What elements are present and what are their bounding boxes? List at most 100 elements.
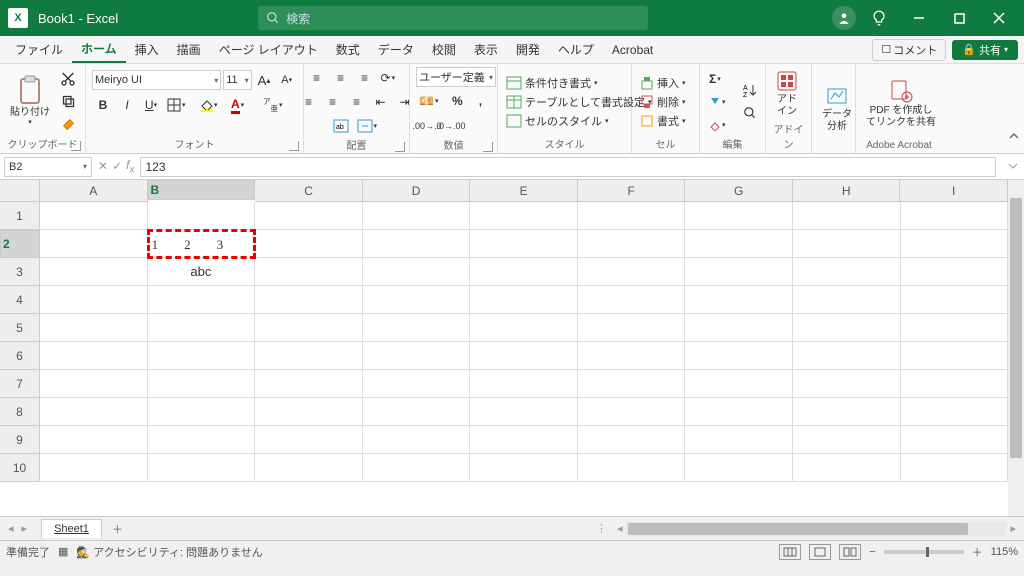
inc-decimal-button[interactable]: .00→.0 [416, 115, 438, 137]
font-size-select[interactable]: 11▾ [223, 70, 251, 90]
cell[interactable] [148, 426, 256, 454]
page-layout-view-button[interactable] [809, 544, 831, 560]
cell[interactable] [578, 398, 686, 426]
collapse-ribbon-button[interactable] [1008, 130, 1020, 145]
macros-icon[interactable]: ▦ [58, 545, 68, 558]
bold-button[interactable]: B [92, 94, 114, 116]
vertical-scrollbar[interactable] [1008, 180, 1024, 516]
align-right-button[interactable]: ≡ [346, 91, 368, 113]
paste-button[interactable]: 貼り付け▾ [6, 73, 54, 129]
cell[interactable] [901, 230, 1009, 258]
column-header[interactable]: C [255, 180, 363, 202]
cell[interactable] [578, 370, 686, 398]
close-button[interactable] [982, 3, 1016, 33]
cell[interactable] [40, 230, 148, 258]
menu-item-描画[interactable]: 描画 [168, 37, 210, 62]
cell[interactable] [363, 314, 471, 342]
autosum-button[interactable]: Σ▾ [706, 68, 736, 90]
column-header[interactable]: B [148, 180, 256, 200]
cell[interactable] [255, 370, 363, 398]
sheet-nav-next[interactable]: ▸ [18, 522, 32, 535]
cell[interactable] [793, 230, 901, 258]
cell[interactable] [685, 314, 793, 342]
copy-button[interactable] [57, 91, 79, 113]
zoom-out-button[interactable]: − [869, 546, 875, 558]
fx-button[interactable]: fx [126, 158, 134, 175]
dialog-launcher-icon[interactable] [395, 142, 405, 152]
cell[interactable] [578, 258, 686, 286]
cell[interactable] [255, 398, 363, 426]
page-break-view-button[interactable] [839, 544, 861, 560]
name-box[interactable]: B2▾ [4, 157, 92, 177]
cut-button[interactable] [57, 68, 79, 90]
cell[interactable] [40, 258, 148, 286]
zoom-in-button[interactable]: ＋ [972, 544, 983, 560]
align-top-button[interactable]: ≡ [306, 67, 328, 89]
cell[interactable] [578, 202, 686, 230]
row-header[interactable]: 6 [0, 342, 40, 370]
align-bot-button[interactable]: ≡ [354, 67, 376, 89]
cell[interactable] [578, 342, 686, 370]
row-header[interactable]: 3 [0, 258, 40, 286]
dec-decimal-button[interactable]: .0→.00 [440, 115, 462, 137]
cell[interactable] [363, 370, 471, 398]
cell[interactable] [40, 286, 148, 314]
select-all-corner[interactable] [0, 180, 40, 202]
currency-button[interactable]: 💴▾ [416, 90, 445, 112]
row-header[interactable]: 1 [0, 202, 40, 230]
find-select-button[interactable] [739, 102, 761, 124]
italic-button[interactable]: I [116, 94, 138, 116]
insert-cells-button[interactable]: 挿入 ▾ [638, 74, 688, 92]
hscroll-left[interactable]: ◂ [613, 522, 627, 535]
expand-formula-button[interactable] [1002, 160, 1024, 174]
scrollbar-thumb[interactable] [628, 523, 968, 535]
cell[interactable] [793, 342, 901, 370]
cell[interactable] [901, 314, 1009, 342]
cell[interactable] [363, 454, 471, 482]
row-header[interactable]: 7 [0, 370, 40, 398]
share-button[interactable]: 🔒 共有 ▾ [952, 40, 1018, 60]
column-header[interactable]: F [578, 180, 686, 202]
cell[interactable] [40, 398, 148, 426]
cell[interactable] [901, 454, 1009, 482]
sort-filter-button[interactable]: AZ [739, 79, 761, 101]
cell[interactable] [578, 286, 686, 314]
dialog-launcher-icon[interactable] [483, 142, 493, 152]
font-color-button[interactable]: A▾ [228, 94, 258, 116]
cell[interactable] [901, 258, 1009, 286]
cell[interactable] [685, 454, 793, 482]
menu-item-ファイル[interactable]: ファイル [6, 37, 72, 62]
dialog-launcher-icon[interactable] [289, 141, 299, 151]
worksheet-grid[interactable]: ABCDEFGHI 12345678910 1 2 3abc [0, 180, 1024, 516]
merge-button[interactable]: ▾ [354, 115, 384, 137]
cell[interactable] [685, 202, 793, 230]
orientation-button[interactable]: ⟳▾ [378, 67, 408, 89]
cell[interactable] [363, 342, 471, 370]
fill-button[interactable]: ▾ [706, 91, 736, 113]
cell[interactable] [470, 286, 578, 314]
column-header[interactable]: E [470, 180, 578, 202]
cell[interactable] [685, 258, 793, 286]
comments-button[interactable]: ☐ コメント [872, 39, 946, 61]
increase-font-button[interactable]: A▴ [254, 69, 275, 91]
cell[interactable] [255, 286, 363, 314]
column-header[interactable]: H [793, 180, 901, 202]
clear-button[interactable]: ▾ [706, 114, 736, 136]
cell[interactable] [470, 314, 578, 342]
addins-button[interactable]: アド イン [772, 68, 802, 120]
cell[interactable] [901, 398, 1009, 426]
row-header[interactable]: 4 [0, 286, 40, 314]
cell[interactable] [470, 258, 578, 286]
cell[interactable] [40, 342, 148, 370]
align-mid-button[interactable]: ≡ [330, 67, 352, 89]
maximize-button[interactable] [942, 3, 976, 33]
cell[interactable] [40, 426, 148, 454]
normal-view-button[interactable] [779, 544, 801, 560]
menu-item-表示[interactable]: 表示 [465, 37, 507, 62]
cell[interactable] [793, 286, 901, 314]
formula-input[interactable]: 123 [140, 157, 996, 177]
align-center-button[interactable]: ≡ [322, 91, 344, 113]
minimize-button[interactable] [902, 3, 936, 33]
cell[interactable] [363, 286, 471, 314]
row-header[interactable]: 8 [0, 398, 40, 426]
